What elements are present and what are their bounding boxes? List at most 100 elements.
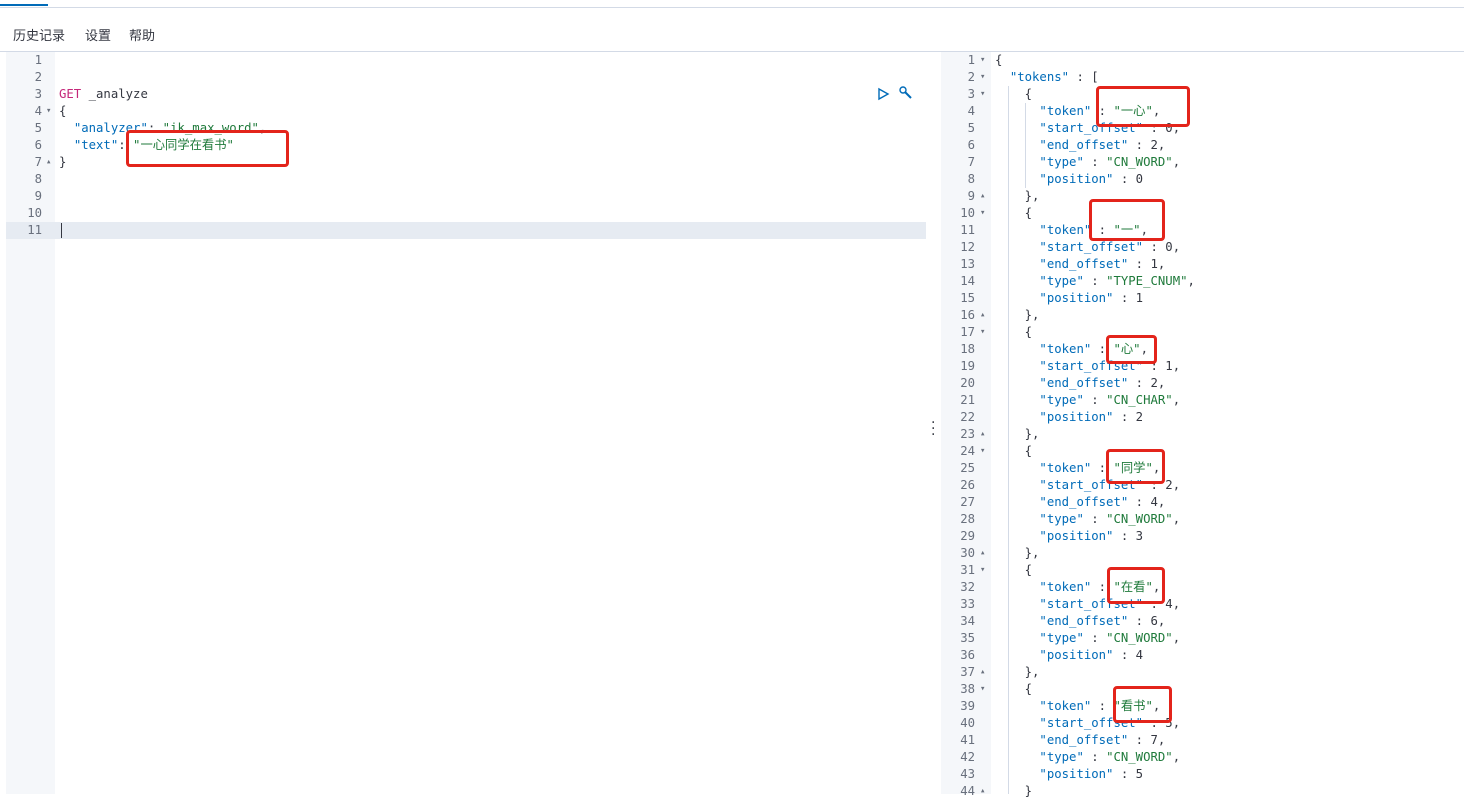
code-line: 42 "type" : "CN_WORD",	[941, 749, 1464, 766]
code-line: 27 "end_offset" : 4,	[941, 494, 1464, 511]
code-token: },	[995, 546, 1040, 560]
line-number: 11	[27, 223, 42, 237]
code-token: :	[1083, 631, 1107, 645]
code-line: 5 "start_offset" : 0,	[941, 120, 1464, 137]
code-line: 8 "position" : 0	[941, 171, 1464, 188]
code-line: 13 "end_offset" : 1,	[941, 256, 1464, 273]
code-token: "CN_WORD"	[1106, 631, 1173, 645]
response-viewer[interactable]: 1 ▾ {2 ▾ "tokens" : [3 ▾ {4 "token" : "一心", 5…	[941, 52, 1464, 798]
fold-open-icon[interactable]: ▾	[980, 52, 985, 69]
line-number: 39	[960, 699, 975, 713]
request-editor[interactable]: 1 2 3 GET _analyze 4 ▾{5 "analyzer": "ik_max_…	[6, 52, 926, 794]
code-token: : 0	[1113, 172, 1144, 186]
token-highlight-4	[1106, 449, 1165, 484]
fold-open-icon[interactable]: ▾	[980, 562, 985, 579]
code-text: {	[995, 86, 1032, 103]
request-text-highlight	[126, 130, 289, 167]
menu-help[interactable]: 帮助	[129, 25, 155, 44]
line-number: 7	[34, 155, 42, 169]
fold-open-icon[interactable]: ▾	[980, 86, 985, 103]
code-token: ,	[1172, 631, 1181, 645]
fold-open-icon[interactable]: ▾	[980, 205, 985, 222]
code-line: 11 "token" : "一",	[941, 222, 1464, 239]
code-text: }	[995, 783, 1032, 800]
code-line: 4 ▾ {	[6, 103, 926, 120]
code-token: "CN_WORD"	[1106, 155, 1173, 169]
fold-close-icon[interactable]: ▴	[980, 783, 985, 800]
line-number: 1	[34, 53, 42, 67]
code-line: 1	[6, 52, 926, 69]
line-number: 3	[34, 87, 42, 101]
line-number: 6	[34, 138, 42, 152]
code-line: 23 ▴ },	[941, 426, 1464, 443]
token-highlight-1	[1096, 86, 1190, 127]
code-text: },	[995, 307, 1040, 324]
code-token: "position"	[1039, 291, 1114, 305]
code-token: : 2,	[1128, 138, 1166, 152]
pane-resizer[interactable]: · · ·	[926, 52, 941, 794]
line-number: 20	[960, 376, 975, 390]
code-line: 17 ▾ {	[941, 324, 1464, 341]
code-token: "token"	[1039, 580, 1092, 594]
code-text: "type" : "CN_CHAR",	[995, 392, 1180, 409]
line-number: 6	[967, 138, 975, 152]
code-line: 24 ▾ {	[941, 443, 1464, 460]
code-text: {	[995, 681, 1032, 698]
code-token: :	[1083, 393, 1107, 407]
code-token: "TYPE_CNUM"	[1106, 274, 1188, 288]
line-number: 10	[27, 206, 42, 220]
code-line: 8	[6, 171, 926, 188]
fold-close-icon[interactable]: ▴	[46, 154, 51, 171]
line-number: 26	[960, 478, 975, 492]
code-line: 2 ▾ "tokens" : [	[941, 69, 1464, 86]
wrench-icon[interactable]	[898, 86, 914, 105]
code-text: "end_offset" : 1,	[995, 256, 1165, 273]
line-number: 3	[967, 87, 975, 101]
code-token: :	[1083, 750, 1107, 764]
console-menu-bar: 历史记录 设置 帮助	[0, 8, 1464, 51]
code-line: 26 "start_offset" : 2,	[941, 477, 1464, 494]
fold-open-icon[interactable]: ▾	[46, 103, 51, 120]
code-text: "position" : 4	[995, 647, 1143, 664]
code-text: "end_offset" : 2,	[995, 137, 1165, 154]
line-number: 14	[960, 274, 975, 288]
code-line: 36 "position" : 4	[941, 647, 1464, 664]
code-token: "end_offset"	[1039, 138, 1129, 152]
line-number: 37	[960, 665, 975, 679]
code-token: },	[995, 427, 1040, 441]
fold-close-icon[interactable]: ▴	[980, 188, 985, 205]
fold-close-icon[interactable]: ▴	[980, 664, 985, 681]
line-number: 8	[967, 172, 975, 186]
code-token: {	[995, 53, 1003, 67]
code-token: : 2,	[1128, 376, 1166, 390]
fold-open-icon[interactable]: ▾	[980, 681, 985, 698]
fold-open-icon[interactable]: ▾	[980, 443, 985, 460]
menu-settings[interactable]: 设置	[85, 25, 111, 44]
fold-close-icon[interactable]: ▴	[980, 426, 985, 443]
code-text: "type" : "TYPE_CNUM",	[995, 273, 1194, 290]
code-token: : 1,	[1128, 257, 1166, 271]
code-line: 16 ▴ },	[941, 307, 1464, 324]
play-icon[interactable]	[876, 87, 894, 105]
code-text: },	[995, 664, 1040, 681]
menu-history[interactable]: 历史记录	[13, 25, 65, 44]
code-text: "end_offset" : 2,	[995, 375, 1165, 392]
fold-close-icon[interactable]: ▴	[980, 545, 985, 562]
fold-open-icon[interactable]: ▾	[980, 324, 985, 341]
code-text: {	[59, 103, 66, 120]
fold-open-icon[interactable]: ▾	[980, 69, 985, 86]
fold-close-icon[interactable]: ▴	[980, 307, 985, 324]
code-token: {	[995, 87, 1033, 101]
code-line: 15 "position" : 1	[941, 290, 1464, 307]
code-token: :	[1083, 274, 1107, 288]
code-line: 7 "type" : "CN_WORD",	[941, 154, 1464, 171]
